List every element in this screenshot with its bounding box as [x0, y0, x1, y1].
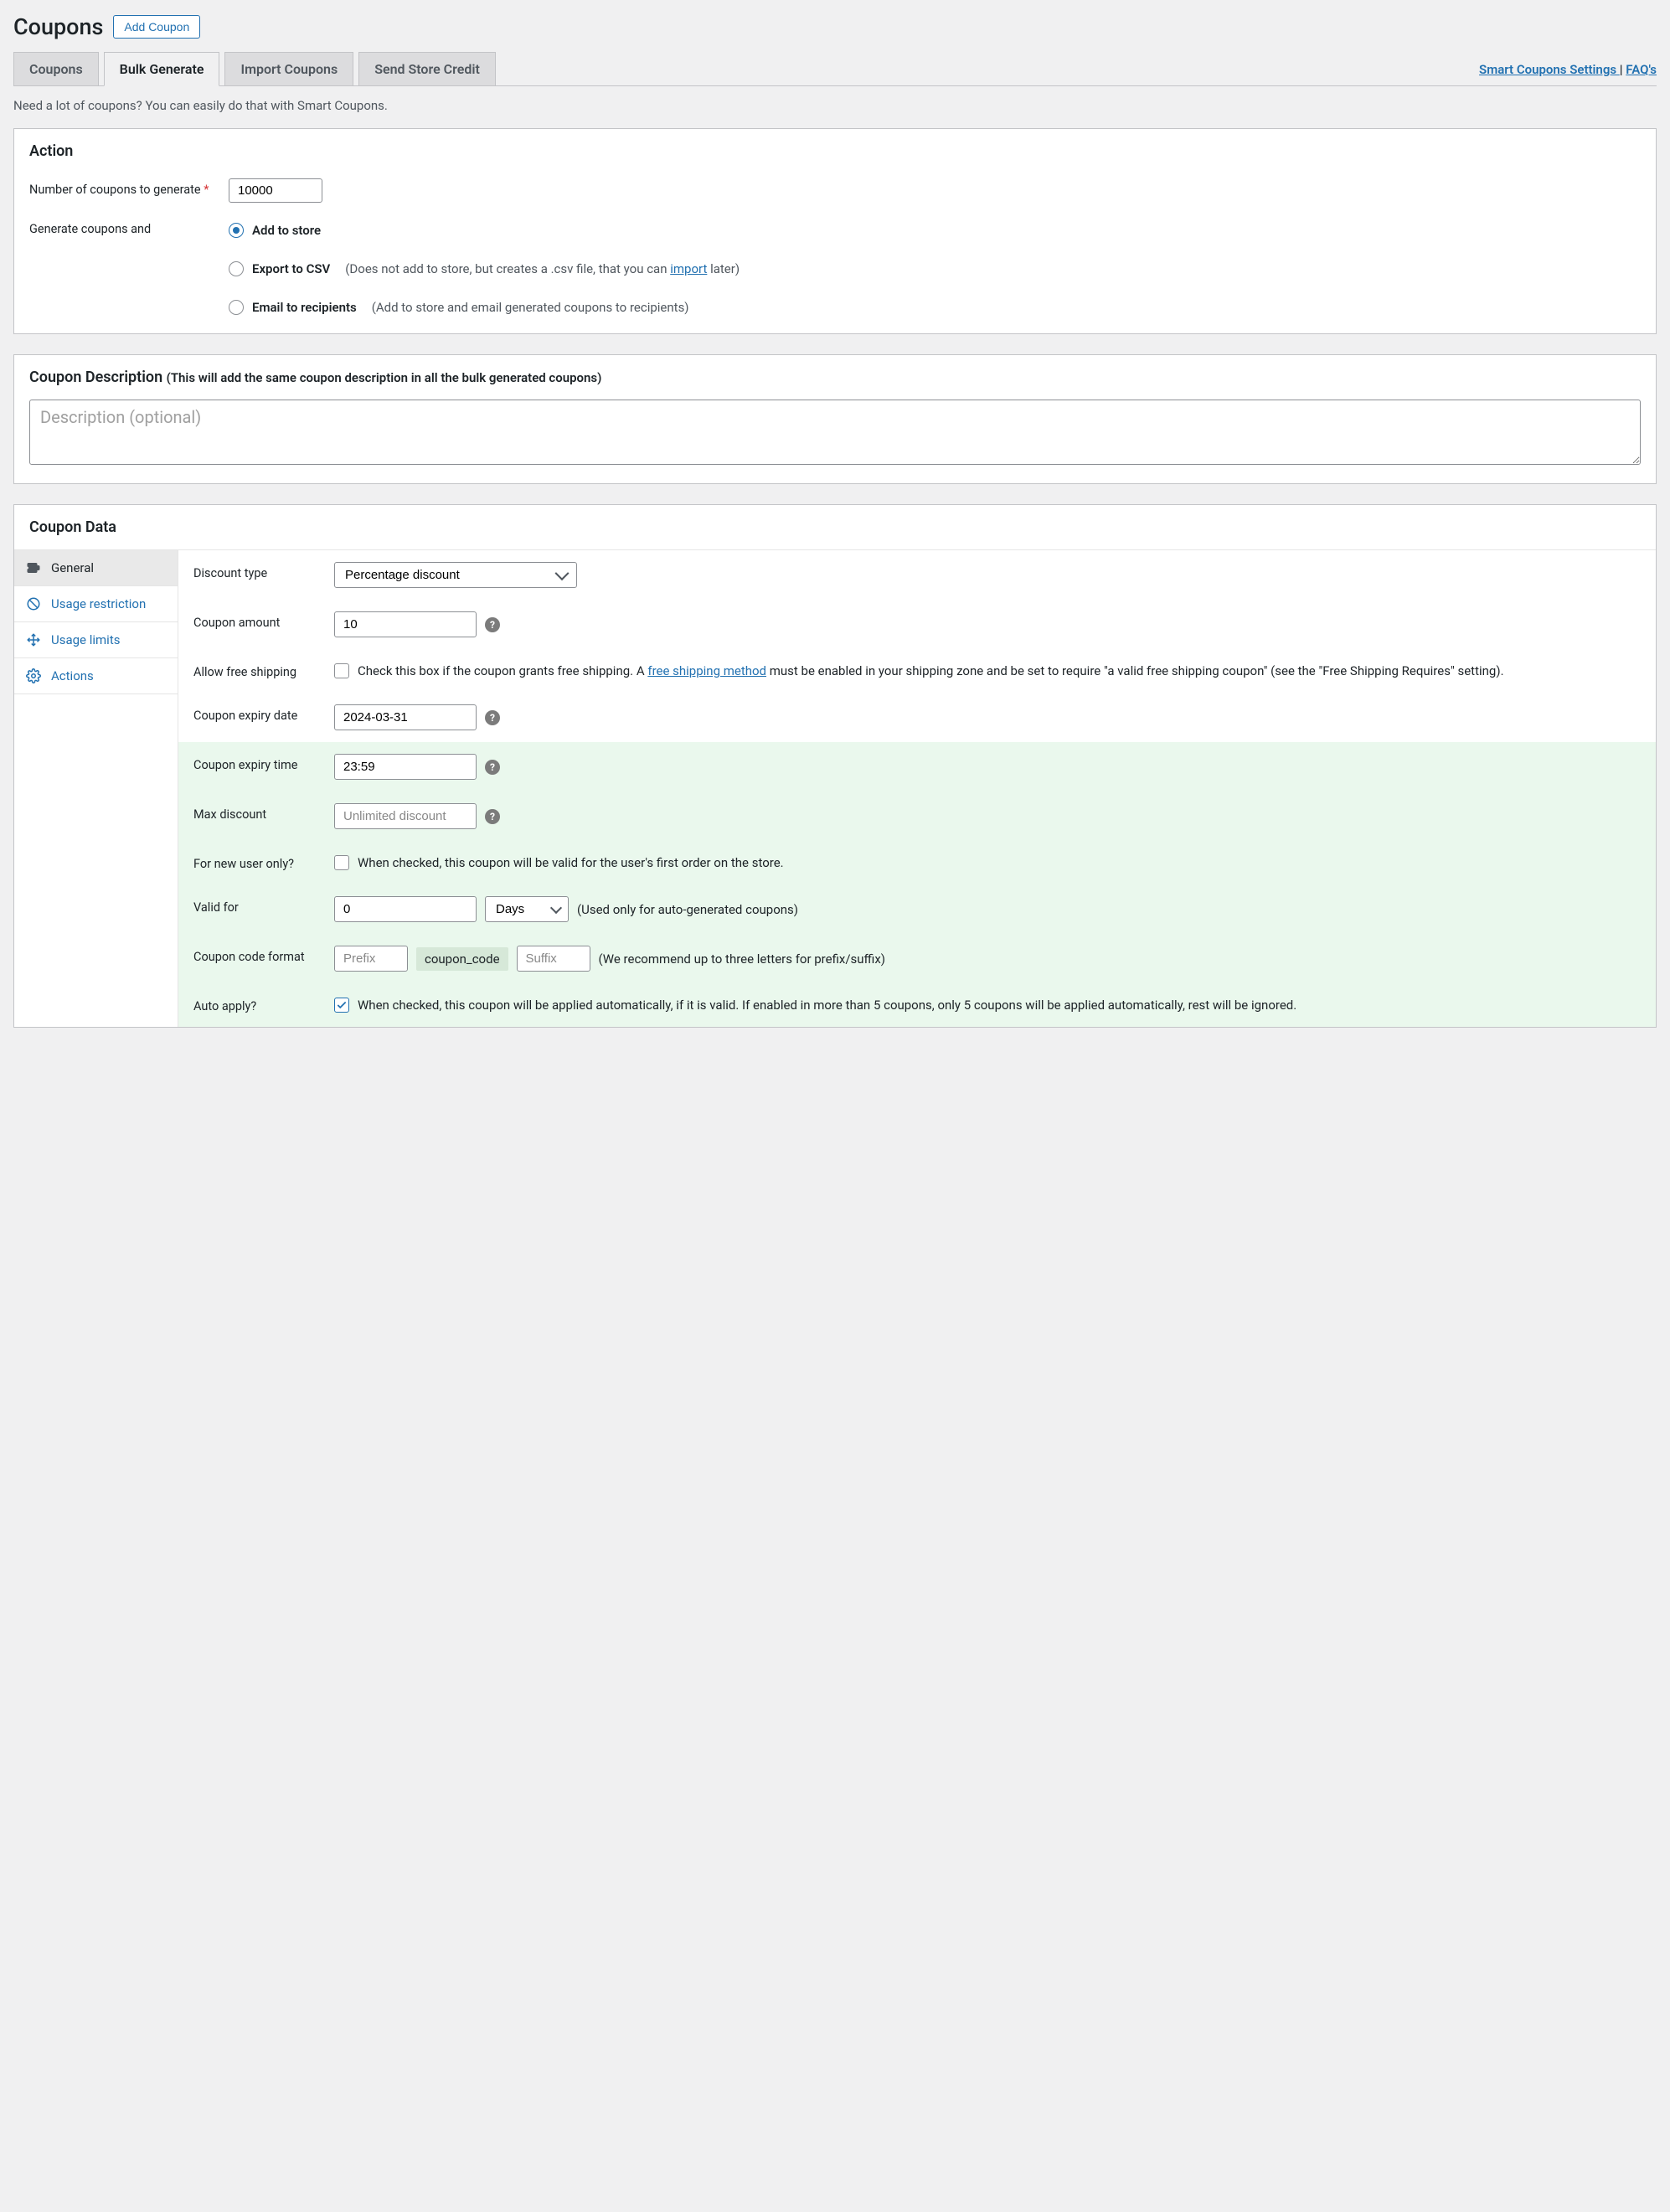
sidebar-tab-actions[interactable]: Actions	[14, 658, 178, 694]
ban-icon	[26, 596, 41, 611]
expiry-time-label: Coupon expiry time	[193, 754, 334, 772]
page-title: Coupons	[13, 13, 103, 40]
free-shipping-label: Allow free shipping	[193, 661, 334, 679]
auto-apply-desc: When checked, this coupon will be applie…	[358, 995, 1641, 1015]
help-icon[interactable]: ?	[485, 710, 500, 725]
help-icon[interactable]: ?	[485, 617, 500, 632]
code-suffix-input[interactable]	[517, 946, 590, 972]
discount-type-label: Discount type	[193, 562, 334, 580]
sidebar-tab-actions-label: Actions	[51, 668, 94, 683]
max-discount-input[interactable]	[334, 803, 477, 829]
tab-import-coupons[interactable]: Import Coupons	[224, 52, 353, 85]
header-links: Smart Coupons Settings | FAQ's	[1479, 62, 1657, 85]
code-format-label: Coupon code format	[193, 946, 334, 964]
radio-email-recipients-label: Email to recipients	[252, 300, 357, 315]
expiry-date-label: Coupon expiry date	[193, 704, 334, 723]
new-user-desc: When checked, this coupon will be valid …	[358, 853, 1641, 873]
sidebar-tab-usage-limits-label: Usage limits	[51, 632, 120, 647]
free-shipping-checkbox[interactable]	[334, 663, 349, 678]
action-panel: Action Number of coupons to generate * G…	[13, 128, 1657, 334]
sidebar-tab-usage-limits[interactable]: Usage limits	[14, 622, 178, 658]
radio-export-csv-desc: (Does not add to store, but creates a .c…	[345, 261, 740, 276]
valid-for-label: Valid for	[193, 896, 334, 915]
move-icon	[26, 632, 41, 647]
radio-email-recipients[interactable]	[229, 300, 244, 315]
radio-add-to-store-label: Add to store	[252, 223, 321, 238]
free-shipping-method-link[interactable]: free shipping method	[647, 663, 766, 678]
valid-for-unit-select[interactable]: Days	[485, 896, 569, 922]
free-shipping-desc: Check this box if the coupon grants free…	[358, 661, 1641, 681]
gear-icon	[26, 668, 41, 683]
description-panel: Coupon Description (This will add the sa…	[13, 354, 1657, 484]
tab-bulk-generate[interactable]: Bulk Generate	[104, 52, 220, 86]
hint-text: Need a lot of coupons? You can easily do…	[13, 86, 1657, 128]
add-coupon-button[interactable]: Add Coupon	[113, 15, 200, 39]
description-title: Coupon Description (This will add the sa…	[14, 355, 1656, 400]
sidebar-tab-usage-restriction[interactable]: Usage restriction	[14, 586, 178, 622]
sidebar-tab-usage-restriction-label: Usage restriction	[51, 596, 146, 611]
discount-type-select[interactable]: Percentage discount	[334, 562, 577, 588]
sidebar-tab-general-label: General	[51, 560, 94, 575]
auto-apply-label: Auto apply?	[193, 995, 334, 1013]
expiry-time-input[interactable]	[334, 754, 477, 780]
valid-for-note: (Used only for auto-generated coupons)	[577, 902, 798, 917]
auto-apply-checkbox[interactable]	[334, 998, 349, 1013]
radio-email-recipients-desc: (Add to store and email generated coupon…	[372, 300, 689, 315]
sidebar-tab-general[interactable]: General	[14, 550, 178, 586]
import-link[interactable]: import	[670, 261, 707, 276]
ticket-icon	[26, 560, 41, 575]
new-user-checkbox[interactable]	[334, 855, 349, 870]
radio-add-to-store[interactable]	[229, 223, 244, 238]
num-coupons-input[interactable]	[229, 178, 322, 203]
description-textarea[interactable]	[29, 400, 1641, 465]
coupon-data-title: Coupon Data	[14, 505, 1656, 549]
new-user-label: For new user only?	[193, 853, 334, 871]
faqs-link[interactable]: FAQ's	[1626, 62, 1657, 77]
num-coupons-label: Number of coupons to generate *	[29, 178, 229, 197]
coupon-amount-input[interactable]	[334, 611, 477, 637]
coupon-amount-label: Coupon amount	[193, 611, 334, 630]
action-title: Action	[14, 129, 1656, 173]
radio-export-csv[interactable]	[229, 261, 244, 276]
generate-and-label: Generate coupons and	[29, 218, 229, 236]
coupon-data-panel: Coupon Data General Usage restriction Us…	[13, 504, 1657, 1028]
code-format-note: (We recommend up to three letters for pr…	[599, 951, 885, 967]
max-discount-label: Max discount	[193, 803, 334, 822]
help-icon[interactable]: ?	[485, 760, 500, 775]
code-prefix-input[interactable]	[334, 946, 408, 972]
valid-for-input[interactable]	[334, 896, 477, 922]
radio-export-csv-label: Export to CSV	[252, 261, 330, 276]
tab-coupons[interactable]: Coupons	[13, 52, 99, 85]
smart-coupons-settings-link[interactable]: Smart Coupons Settings	[1479, 62, 1620, 77]
expiry-date-input[interactable]	[334, 704, 477, 730]
tab-send-store-credit[interactable]: Send Store Credit	[358, 52, 496, 85]
help-icon[interactable]: ?	[485, 809, 500, 824]
code-middle-chip: coupon_code	[416, 947, 508, 971]
